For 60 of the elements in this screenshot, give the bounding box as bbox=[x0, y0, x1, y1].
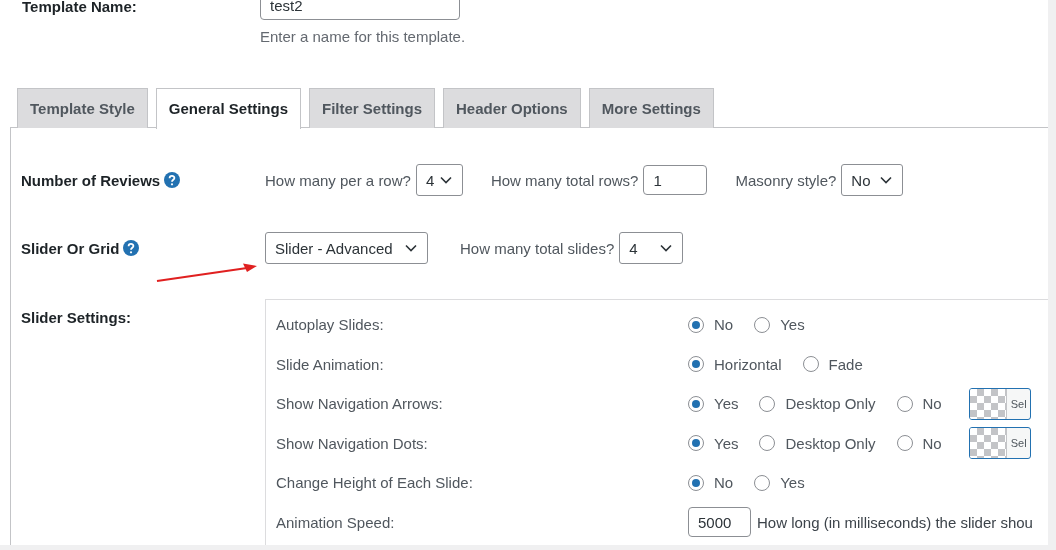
radio-button[interactable] bbox=[759, 435, 776, 452]
radio-button[interactable] bbox=[754, 316, 771, 333]
template-name-field[interactable]: test2 bbox=[260, 0, 460, 20]
setting-label: Slider Or Grid bbox=[21, 239, 120, 257]
radio-label: No bbox=[922, 395, 942, 413]
setting-label: Show Navigation Dots: bbox=[276, 434, 429, 452]
help-icon bbox=[164, 172, 181, 188]
radio-button[interactable] bbox=[802, 356, 819, 373]
radio-label: Desktop Only bbox=[785, 434, 876, 452]
chevron-down-icon bbox=[880, 176, 893, 184]
setting-label: Slide Animation: bbox=[276, 355, 385, 373]
field-label: How many per a row? bbox=[265, 171, 411, 189]
radio-button[interactable] bbox=[688, 316, 704, 333]
setting-label: Change Height of Each Slide: bbox=[276, 474, 474, 492]
color-picker-button[interactable]: Sel bbox=[968, 427, 1031, 460]
radio-label: No bbox=[714, 316, 734, 334]
masonry-dropdown[interactable]: No bbox=[841, 164, 904, 196]
tab[interactable]: General Settings bbox=[155, 88, 301, 129]
radio-label: Yes bbox=[714, 395, 739, 413]
radio-button[interactable] bbox=[688, 395, 704, 412]
field-label: Template Name: bbox=[21, 0, 138, 17]
chevron-down-icon bbox=[660, 244, 673, 252]
per-row-dropdown[interactable]: 4 bbox=[415, 164, 463, 196]
radio-button[interactable] bbox=[759, 395, 776, 412]
field-label: How many total rows? bbox=[490, 171, 639, 189]
radio-button[interactable] bbox=[896, 395, 913, 412]
tab[interactable]: Header Options bbox=[443, 88, 581, 128]
radio-label: Desktop Only bbox=[785, 395, 876, 413]
total-slides-dropdown[interactable]: 4 bbox=[619, 232, 684, 264]
chevron-down-icon bbox=[405, 244, 417, 252]
setting-label: Number of Reviews bbox=[21, 171, 161, 189]
radio-button[interactable] bbox=[688, 435, 704, 452]
help-icon bbox=[123, 240, 140, 256]
radio-button[interactable] bbox=[688, 356, 704, 373]
radio-label: Horizontal bbox=[714, 355, 782, 373]
tab[interactable]: Filter Settings bbox=[308, 88, 435, 128]
radio-label: Yes bbox=[780, 316, 805, 334]
total-rows-field[interactable]: 1 bbox=[643, 165, 708, 195]
radio-label: No bbox=[714, 474, 734, 492]
field-description: How long (in milliseconds) the slider shou bbox=[757, 513, 1033, 531]
field-label: Masonry style? bbox=[735, 171, 837, 189]
field-label: How many total slides? bbox=[460, 239, 615, 257]
radio-label: Yes bbox=[714, 434, 739, 452]
tab[interactable]: Template Style bbox=[17, 88, 148, 128]
slider-type-dropdown[interactable]: Slider - Advanced bbox=[265, 232, 428, 264]
tab[interactable]: More Settings bbox=[588, 88, 714, 128]
setting-label: Autoplay Slides: bbox=[276, 316, 385, 334]
number-field[interactable]: 5000 bbox=[688, 507, 751, 538]
radio-button[interactable] bbox=[754, 474, 771, 491]
chevron-down-icon bbox=[439, 176, 452, 184]
radio-label: Fade bbox=[828, 355, 863, 373]
radio-button[interactable] bbox=[688, 474, 704, 491]
color-picker-button[interactable]: Sel bbox=[968, 387, 1031, 420]
setting-label: Slider Settings: bbox=[21, 309, 132, 326]
field-description: Enter a name for this template. bbox=[260, 28, 466, 45]
radio-label: Yes bbox=[780, 474, 805, 492]
setting-label: Show Navigation Arrows: bbox=[276, 395, 444, 413]
radio-label: No bbox=[922, 434, 942, 452]
setting-label: Animation Speed: bbox=[276, 513, 396, 531]
radio-button[interactable] bbox=[896, 435, 913, 452]
